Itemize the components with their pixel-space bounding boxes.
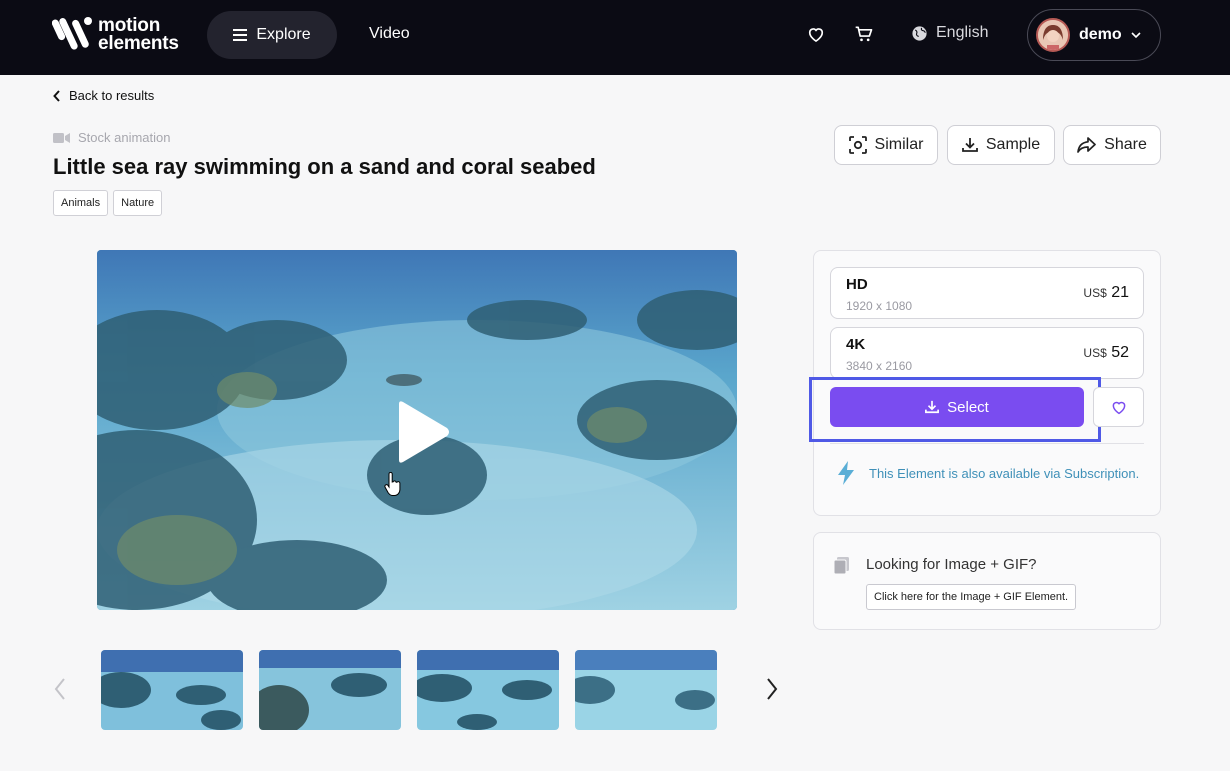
- chevron-left-icon: [53, 89, 60, 102]
- user-name: demo: [1079, 26, 1122, 43]
- license-option-4k[interactable]: 4K 3840 x 2160 US$ 52: [830, 327, 1144, 379]
- option-currency: US$: [1083, 286, 1107, 300]
- logo-line2: elements: [98, 33, 179, 54]
- thumbnail-2[interactable]: [259, 650, 401, 730]
- hand-cursor-icon: [384, 472, 401, 496]
- globe-icon: [912, 25, 927, 41]
- license-option-hd[interactable]: HD 1920 x 1080 US$ 21: [830, 267, 1144, 319]
- gif-panel-title: Looking for Image + GIF?: [866, 556, 1037, 573]
- top-navigation-bar: motion elements Explore Video English de…: [0, 0, 1230, 75]
- add-to-favorites-button[interactable]: [1093, 387, 1144, 427]
- option-price: US$ 21: [1083, 284, 1129, 302]
- user-menu[interactable]: demo: [1027, 9, 1161, 61]
- thumbnails-prev-icon[interactable]: [54, 678, 66, 700]
- option-resolution: 3840 x 2160: [846, 359, 913, 373]
- explore-button[interactable]: Explore: [207, 11, 337, 59]
- sample-label: Sample: [985, 136, 1041, 153]
- nav-video-link[interactable]: Video: [369, 25, 410, 43]
- download-icon: [925, 400, 940, 414]
- play-icon[interactable]: [395, 400, 451, 464]
- select-button[interactable]: Select: [830, 387, 1084, 427]
- share-label: Share: [1104, 136, 1147, 153]
- option-price-value: 21: [1111, 284, 1129, 301]
- item-type: Stock animation: [53, 130, 171, 145]
- thumbnails-next-icon[interactable]: [766, 678, 778, 700]
- download-icon: [961, 138, 978, 152]
- panel-divider: [830, 443, 1144, 444]
- avatar: [1036, 18, 1070, 52]
- similar-button[interactable]: Similar: [834, 125, 938, 165]
- lightning-icon: [838, 461, 854, 485]
- chevron-down-icon: [1131, 31, 1141, 38]
- item-type-label: Stock animation: [78, 130, 171, 145]
- tag-animals[interactable]: Animals: [53, 190, 109, 216]
- similar-label: Similar: [874, 136, 924, 153]
- option-name: 4K: [846, 336, 866, 353]
- heart-icon: [1112, 401, 1125, 415]
- logo-mark-icon: [51, 13, 94, 57]
- thumbnail-4[interactable]: [575, 650, 717, 730]
- similar-scan-icon: [848, 136, 867, 154]
- option-price: US$ 52: [1083, 344, 1129, 362]
- option-name: HD: [846, 276, 868, 293]
- tag-nature[interactable]: Nature: [113, 190, 163, 216]
- gif-element-link[interactable]: Click here for the Image + GIF Element.: [866, 584, 1077, 610]
- cart-icon[interactable]: [854, 24, 874, 44]
- select-label: Select: [947, 398, 989, 416]
- logo-text: motion elements: [98, 16, 179, 54]
- thumbnail-1[interactable]: [101, 650, 243, 730]
- option-price-value: 52: [1111, 344, 1129, 361]
- back-to-results-link[interactable]: Back to results: [53, 88, 154, 103]
- explore-label: Explore: [256, 26, 311, 43]
- gallery-icon: [834, 557, 849, 575]
- tag-list: Animals Nature: [53, 190, 163, 216]
- thumbnail-3[interactable]: [417, 650, 559, 730]
- share-icon: [1077, 137, 1096, 153]
- option-resolution: 1920 x 1080: [846, 299, 913, 313]
- gif-panel: [813, 532, 1161, 630]
- heart-icon[interactable]: [806, 24, 826, 44]
- subscription-note[interactable]: This Element is also available via Subsc…: [835, 460, 1139, 486]
- language-label: English: [936, 24, 989, 41]
- share-button[interactable]: Share: [1063, 125, 1161, 165]
- back-label: Back to results: [69, 88, 155, 103]
- subscription-text: This Element is also available via Subsc…: [869, 465, 1140, 481]
- site-logo[interactable]: motion elements: [51, 13, 179, 57]
- page-title: Little sea ray swimming on a sand and co…: [53, 154, 596, 179]
- video-camera-icon: [53, 132, 70, 143]
- language-selector[interactable]: English: [911, 24, 988, 42]
- option-currency: US$: [1083, 346, 1107, 360]
- menu-icon: [233, 29, 248, 41]
- sample-button[interactable]: Sample: [947, 125, 1055, 165]
